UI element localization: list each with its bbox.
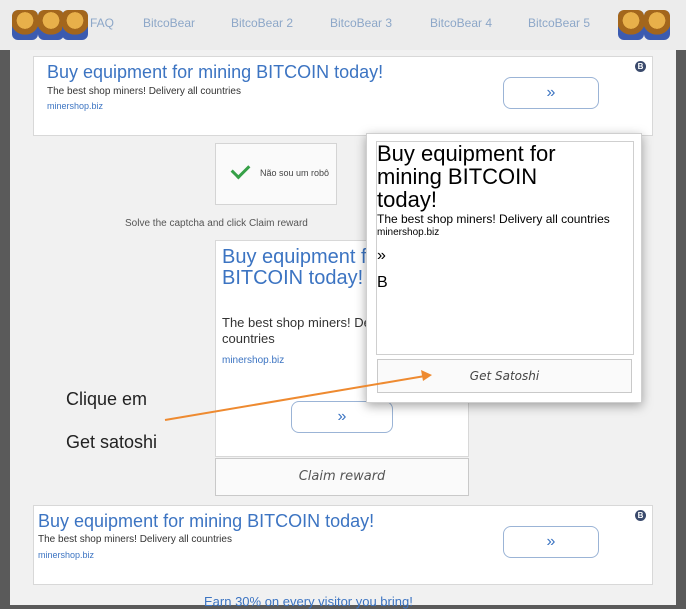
checkmark-icon[interactable] bbox=[230, 159, 251, 180]
bear-logo-icon bbox=[12, 10, 38, 40]
ad-description: The best shop miners! Delivery all count… bbox=[47, 86, 241, 97]
nav-link-bitcobear[interactable]: BitcoBear bbox=[143, 16, 195, 30]
captcha-hint: Solve the captcha and click Claim reward bbox=[125, 218, 308, 229]
ad-url[interactable]: minershop.biz bbox=[222, 355, 284, 366]
referral-text[interactable]: Earn 30% on every visitor you bring! bbox=[204, 594, 413, 609]
ad-description: The best shop miners! Delivery all count… bbox=[377, 212, 610, 226]
get-satoshi-button[interactable]: Get Satoshi bbox=[377, 359, 632, 393]
banner-ad-top[interactable]: Buy equipment for mining BITCOIN today! … bbox=[33, 56, 653, 136]
annotation-text-line2: Get satoshi bbox=[66, 432, 158, 452]
ad-go-button[interactable]: » bbox=[503, 77, 599, 109]
ad-badge-icon[interactable]: B bbox=[377, 274, 633, 292]
ad-badge-icon[interactable]: B bbox=[635, 510, 646, 521]
nav-link-faq[interactable]: FAQ bbox=[90, 16, 114, 30]
ad-description: The best shop miners! Delivery all count… bbox=[38, 534, 232, 545]
bear-logo-icon bbox=[618, 10, 644, 40]
claim-reward-button[interactable]: Claim reward bbox=[215, 458, 469, 496]
captcha-label: Não sou um robô bbox=[260, 168, 330, 178]
bear-logo-icon bbox=[644, 10, 670, 40]
satoshi-modal: Buy equipment for mining BITCOIN today! … bbox=[366, 133, 642, 403]
top-nav: FAQ BitcoBear BitcoBear 2 BitcoBear 3 Bi… bbox=[0, 0, 686, 50]
nav-link-bitcobear-3[interactable]: BitcoBear 3 bbox=[330, 16, 392, 30]
nav-link-bitcobear-4[interactable]: BitcoBear 4 bbox=[430, 16, 492, 30]
ad-go-button[interactable]: » bbox=[291, 401, 393, 433]
ad-go-button[interactable]: » bbox=[377, 238, 477, 274]
nav-link-bitcobear-2[interactable]: BitcoBear 2 bbox=[231, 16, 293, 30]
bear-logo-icon bbox=[62, 10, 88, 40]
ad-badge-icon[interactable]: B bbox=[635, 61, 646, 72]
captcha-widget[interactable]: Não sou um robô bbox=[215, 143, 337, 205]
annotation-text-line1: Clique em bbox=[66, 389, 148, 409]
ad-title[interactable]: Buy equipment for mining BITCOIN today! bbox=[377, 142, 597, 211]
banner-ad-bottom[interactable]: Buy equipment for mining BITCOIN today! … bbox=[33, 505, 653, 585]
ad-url[interactable]: minershop.biz bbox=[377, 227, 633, 238]
nav-link-bitcobear-5[interactable]: BitcoBear 5 bbox=[528, 16, 590, 30]
ad-url[interactable]: minershop.biz bbox=[38, 550, 94, 560]
modal-ad[interactable]: Buy equipment for mining BITCOIN today! … bbox=[376, 141, 634, 355]
ad-url[interactable]: minershop.biz bbox=[47, 101, 103, 111]
ad-title[interactable]: Buy equipment for mining BITCOIN today! bbox=[47, 62, 383, 83]
ad-go-button[interactable]: » bbox=[503, 526, 599, 558]
ad-title[interactable]: Buy equipment for mining BITCOIN today! bbox=[38, 511, 374, 532]
bear-logo-icon bbox=[38, 10, 64, 40]
